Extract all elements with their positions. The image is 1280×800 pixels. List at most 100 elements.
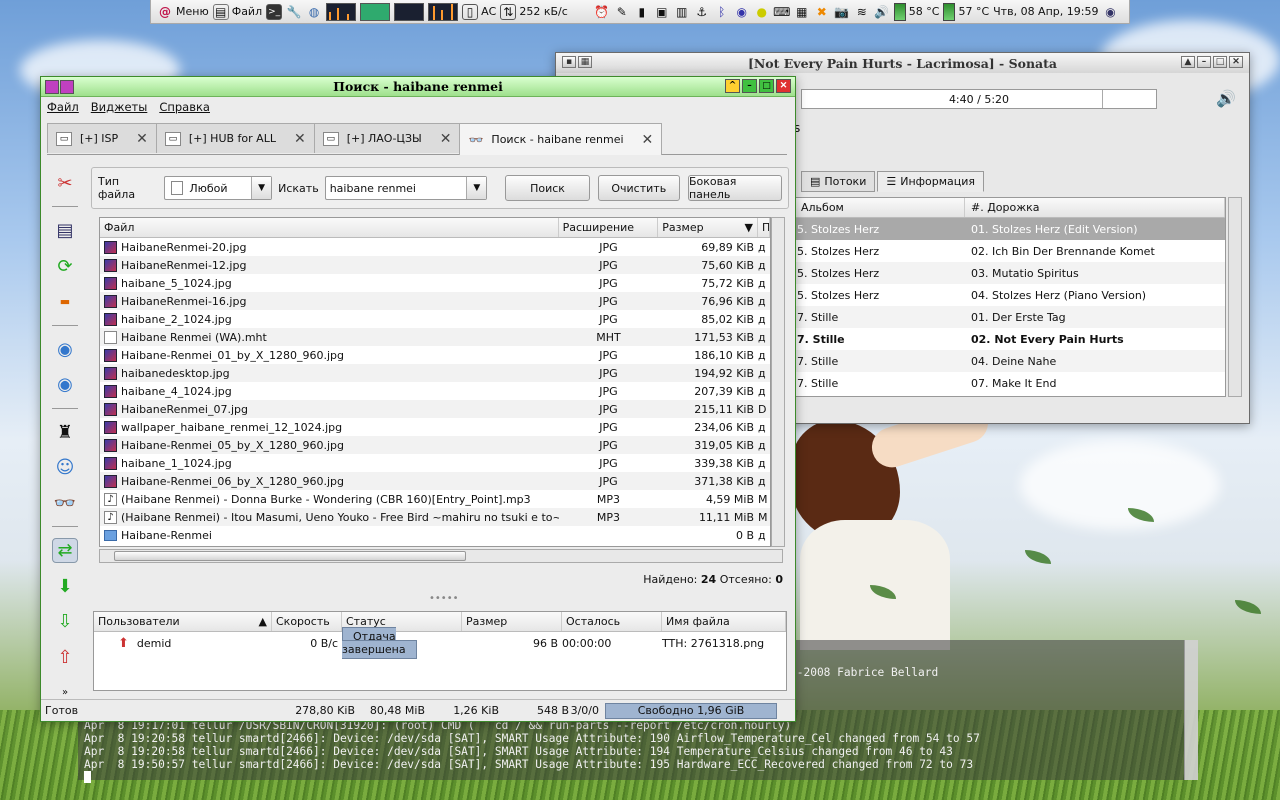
result-row[interactable]: ♪ (Haibane Renmei) - Itou Masumi, Ueno Yo… xyxy=(100,508,770,526)
result-row[interactable]: HaibaneRenmei_07.jpg JPG 215,11 KiB D xyxy=(100,400,770,418)
column-album[interactable]: Альбом xyxy=(795,198,965,217)
close-icon[interactable]: ✕ xyxy=(1229,56,1243,68)
sticky-icon[interactable] xyxy=(60,80,74,94)
tools-icon[interactable]: 🔧 xyxy=(286,4,302,20)
menu-file[interactable]: Файл xyxy=(47,100,79,114)
cpu-monitor[interactable] xyxy=(326,2,357,21)
favorite-users-icon[interactable]: ♜ xyxy=(52,420,78,444)
favorite-hubs-icon[interactable]: ◉ xyxy=(52,372,78,396)
result-row[interactable]: haibane_5_1024.jpg JPG 75,72 KiB д xyxy=(100,274,770,292)
sonata-titlebar[interactable]: ▪ ▦ [Not Every Pain Hurts - Lacrimosa] - … xyxy=(556,53,1249,73)
minimize-icon[interactable]: – xyxy=(1197,56,1211,68)
track-row[interactable]: 5. Stolzes Herz 03. Mutatio Spiritus xyxy=(795,262,1225,284)
main-titlebar[interactable]: Поиск - haibane renmei ^ – □ ✕ xyxy=(41,77,795,97)
moon-icon[interactable]: ● xyxy=(754,4,770,20)
close-icon[interactable]: ✕ xyxy=(776,79,791,93)
column-tr-size[interactable]: Размер xyxy=(462,612,562,631)
result-row[interactable]: haibanedesktop.jpg JPG 194,92 KiB д xyxy=(100,364,770,382)
battery-indicator[interactable]: ▯ АС xyxy=(462,3,496,20)
search-input[interactable]: haibane renmei ▼ xyxy=(324,176,488,200)
result-row[interactable]: Haibane-Renmei_05_by_X_1280_960.jpg JPG 31… xyxy=(100,436,770,454)
settings-tools-icon[interactable]: ✂ xyxy=(52,171,78,195)
minimize-icon[interactable]: – xyxy=(742,79,757,93)
window-menu-icon[interactable]: ▪ xyxy=(562,56,576,68)
tab-isp[interactable]: ▭ [+] ISP ✕ xyxy=(47,123,157,153)
column-track[interactable]: #. Дорожка xyxy=(965,198,1225,217)
result-row[interactable]: haibane_4_1024.jpg JPG 207,39 KiB д xyxy=(100,382,770,400)
result-row[interactable]: haibane_2_1024.jpg JPG 85,02 KiB д xyxy=(100,310,770,328)
alarm-icon[interactable]: ⏰ xyxy=(594,4,610,20)
track-row[interactable]: 7. Stille 01. Der Erste Tag xyxy=(795,306,1225,328)
shade-icon[interactable]: ▲ xyxy=(1181,56,1195,68)
column-extension[interactable]: Расширение xyxy=(559,218,659,237)
maximize-icon[interactable]: □ xyxy=(759,79,774,93)
load-monitor[interactable] xyxy=(428,2,459,21)
terminal-scrollbar[interactable] xyxy=(1184,640,1198,780)
side-panel-button[interactable]: Боковая панель xyxy=(687,175,782,201)
terminal-icon[interactable]: >_ xyxy=(266,3,283,20)
tab-lao-czy[interactable]: ▭ [+] ЛАО-ЦЗЫ ✕ xyxy=(313,123,461,153)
bluetooth-icon[interactable]: ᛒ xyxy=(714,4,730,20)
result-row[interactable]: HaibaneRenmei-16.jpg JPG 76,96 KiB д xyxy=(100,292,770,310)
search-binoculars-icon[interactable]: 👓 xyxy=(52,491,78,515)
tools-cross-icon[interactable]: ✖ xyxy=(814,4,830,20)
sonata-scrollbar[interactable] xyxy=(1228,197,1242,397)
browser-icon[interactable]: ◍ xyxy=(306,4,322,20)
result-row[interactable]: haibane_1_1024.jpg JPG 339,38 KiB д xyxy=(100,454,770,472)
transfers-icon[interactable]: ⇄ xyxy=(52,538,78,563)
volume-icon[interactable]: 🔊 xyxy=(1216,89,1236,108)
close-tab-icon[interactable]: ✕ xyxy=(136,131,148,147)
menu-help[interactable]: Справка xyxy=(159,100,210,114)
tab-info[interactable]: ☰ Информация xyxy=(877,171,985,192)
column-size[interactable]: Размер ▼ xyxy=(658,218,759,237)
display-icon[interactable]: ▦ xyxy=(794,4,810,20)
results-hscrollbar[interactable] xyxy=(99,549,783,563)
search-button[interactable]: Поиск xyxy=(505,175,590,201)
splitter-handle[interactable]: ••••• xyxy=(429,593,459,604)
device-icon[interactable]: ▮ xyxy=(634,4,650,20)
finished-downloads-icon[interactable]: ⇩ xyxy=(52,609,78,633)
globe-icon[interactable]: ◉ xyxy=(1102,4,1118,20)
scroll-thumb[interactable] xyxy=(114,551,466,561)
shade-icon[interactable]: ^ xyxy=(725,79,740,93)
menu-button[interactable]: @ Меню xyxy=(157,4,209,20)
result-row[interactable]: Haibane-Renmei 0 Bд xyxy=(100,526,770,544)
close-tab-icon[interactable]: ✕ xyxy=(440,131,452,147)
column-speed[interactable]: Скорость xyxy=(272,612,342,631)
reconnect-icon[interactable]: ⟳ xyxy=(52,254,78,278)
column-path[interactable]: П xyxy=(758,218,770,237)
temp-sensor-2[interactable]: 57 °С xyxy=(943,2,989,21)
public-hubs-icon[interactable]: ◉ xyxy=(52,337,78,361)
maximize-icon[interactable]: □ xyxy=(1213,56,1227,68)
column-filename[interactable]: Имя файла xyxy=(662,612,786,631)
clear-button[interactable]: Очистить xyxy=(597,175,680,201)
result-row[interactable]: HaibaneRenmei-12.jpg JPG 75,60 KiB д xyxy=(100,256,770,274)
net-speed-indicator[interactable]: ⇅ 252 кБ/с xyxy=(500,3,568,20)
file-type-select[interactable]: Любой ▼ xyxy=(164,176,273,200)
result-row[interactable]: Haibane-Renmei_01_by_X_1280_960.jpg JPG 18… xyxy=(100,346,770,364)
result-row[interactable]: ♪ (Haibane Renmei) - Donna Burke - Wonder… xyxy=(100,490,770,508)
clipboard-icon[interactable]: ▥ xyxy=(674,4,690,20)
wifi-icon[interactable]: ≋ xyxy=(854,4,870,20)
camera-icon[interactable]: 📷 xyxy=(834,4,850,20)
keyboard-icon[interactable]: ⌨ xyxy=(773,4,790,20)
column-left[interactable]: Осталось xyxy=(562,612,662,631)
track-row[interactable]: 5. Stolzes Herz 04. Stolzes Herz (Piano V… xyxy=(795,284,1225,306)
progress-icon[interactable]: ▬ xyxy=(52,289,78,313)
image-icon[interactable]: ▣ xyxy=(654,4,670,20)
window-menu-icon[interactable] xyxy=(45,80,59,94)
notes-icon[interactable]: ✎ xyxy=(614,4,630,20)
result-row[interactable]: wallpaper_haibane_renmei_12_1024.jpg JPG 2… xyxy=(100,418,770,436)
transfer-row[interactable]: ⬆ demid 0 B/c Отдача завершена 96 B 00:0… xyxy=(94,627,786,659)
tab-search[interactable]: 👓 Поиск - haibane renmei ✕ xyxy=(459,123,663,155)
column-users[interactable]: Пользователи ▲ xyxy=(94,612,272,631)
menu-widgets[interactable]: Виджеты xyxy=(91,100,148,114)
results-vscrollbar[interactable] xyxy=(771,217,785,547)
column-file[interactable]: Файл xyxy=(100,218,559,237)
tab-streams[interactable]: ▤ Потоки xyxy=(801,171,876,192)
net-monitor[interactable] xyxy=(394,2,425,21)
memory-monitor[interactable] xyxy=(360,2,391,21)
track-progress[interactable]: 4:40 / 5:20 xyxy=(801,89,1157,109)
track-row[interactable]: 7. Stille 04. Deine Nahe xyxy=(795,350,1225,372)
finished-uploads-icon[interactable]: ⇧ xyxy=(52,645,78,669)
